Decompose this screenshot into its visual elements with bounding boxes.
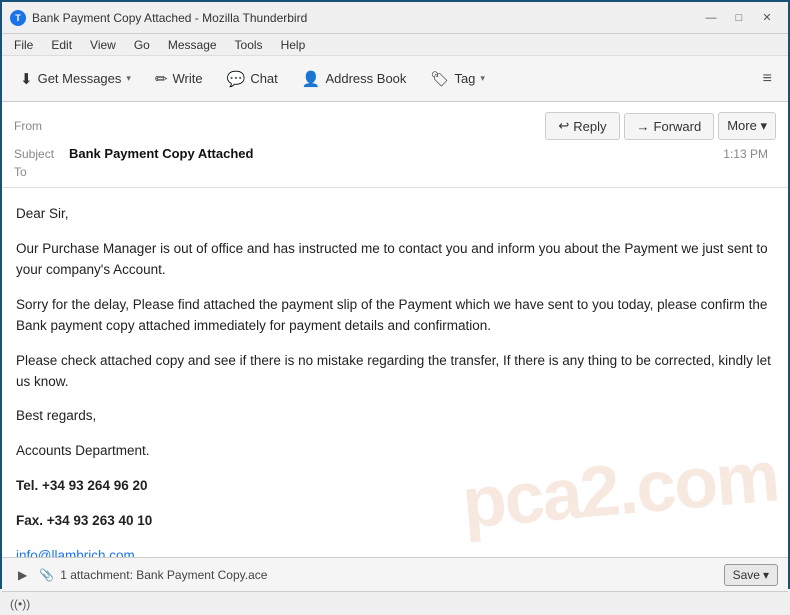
menu-help[interactable]: Help [273, 36, 314, 54]
app-icon: T [10, 10, 26, 26]
get-messages-button[interactable]: ⬇ Get Messages ▾ [10, 65, 141, 93]
chat-button[interactable]: 💬 Chat [217, 65, 288, 93]
email-link[interactable]: info@llambrich.com [16, 548, 135, 557]
hamburger-menu-button[interactable]: ≡ [755, 65, 780, 93]
tag-label: Tag [454, 71, 475, 86]
attachment-bar: ▶ 📎 1 attachment: Bank Payment Copy.ace … [2, 557, 788, 591]
forward-button[interactable]: → Forward [624, 113, 715, 140]
tag-button[interactable]: 🏷 Tag ▾ [420, 65, 495, 93]
save-label: Save [733, 568, 760, 582]
menu-tools[interactable]: Tools [227, 36, 271, 54]
email-body: Dear Sir, Our Purchase Manager is out of… [2, 188, 788, 557]
attachment-label: 1 attachment: Bank Payment Copy.ace [60, 568, 267, 582]
get-messages-label: Get Messages [38, 71, 122, 86]
tag-dropdown-icon: ▾ [480, 73, 485, 84]
menu-message[interactable]: Message [160, 36, 225, 54]
email-link-line: info@llambrich.com [16, 546, 774, 557]
chat-icon: 💬 [227, 70, 246, 88]
address-book-button[interactable]: 👤 Address Book [292, 65, 417, 93]
reply-icon: ↩ [558, 118, 569, 134]
forward-label: Forward [654, 119, 702, 134]
paragraph1: Our Purchase Manager is out of office an… [16, 239, 774, 281]
title-bar: T Bank Payment Copy Attached - Mozilla T… [2, 2, 788, 34]
chat-label: Chat [250, 71, 277, 86]
paperclip-icon: 📎 [39, 568, 54, 582]
write-icon: ✏ [155, 70, 168, 88]
fax-line: Fax. +34 93 263 40 10 [16, 511, 774, 532]
paragraph2: Sorry for the delay, Please find attache… [16, 295, 774, 337]
greeting: Dear Sir, [16, 204, 774, 225]
subject-row: Subject Bank Payment Copy Attached 1:13 … [14, 144, 776, 163]
menu-view[interactable]: View [82, 36, 124, 54]
email-header-top: From ↩ Reply → Forward More ▾ [14, 108, 776, 144]
closing: Best regards, [16, 406, 774, 427]
menu-file[interactable]: File [6, 36, 41, 54]
email-header: From ↩ Reply → Forward More ▾ [2, 102, 788, 188]
signal-icon: ((•)) [10, 597, 30, 611]
maximize-button[interactable]: □ [726, 8, 752, 28]
department: Accounts Department. [16, 441, 774, 462]
attachment-right: Save ▾ [724, 564, 778, 586]
from-row: From [14, 117, 545, 135]
reply-button[interactable]: ↩ Reply [545, 112, 619, 140]
fax-label: Fax. +34 93 263 40 10 [16, 513, 152, 528]
get-messages-icon: ⬇ [20, 70, 33, 88]
attachment-expand-button[interactable]: ▶ [12, 566, 33, 584]
tel-label: Tel. +34 93 264 96 20 [16, 478, 147, 493]
menu-go[interactable]: Go [126, 36, 158, 54]
tag-icon: 🏷 [430, 70, 449, 88]
toolbar-right: ≡ [755, 65, 780, 93]
email-actions: ↩ Reply → Forward More ▾ [545, 112, 776, 140]
window-controls: — □ ✕ [698, 8, 780, 28]
status-bar: ((•)) [2, 591, 788, 615]
save-dropdown-icon: ▾ [763, 568, 769, 582]
to-row: To [14, 163, 776, 181]
menu-edit[interactable]: Edit [43, 36, 80, 54]
close-button[interactable]: ✕ [754, 8, 780, 28]
forward-icon: → [637, 119, 650, 134]
minimize-button[interactable]: — [698, 8, 724, 28]
more-label: More [727, 118, 757, 133]
save-button[interactable]: Save ▾ [724, 564, 778, 586]
email-time: 1:13 PM [723, 147, 768, 161]
menu-bar: File Edit View Go Message Tools Help [2, 34, 788, 56]
from-label: From [14, 119, 69, 133]
attachment-left: ▶ 📎 1 attachment: Bank Payment Copy.ace [12, 566, 267, 584]
write-button[interactable]: ✏ Write [145, 65, 213, 93]
more-dropdown-icon: ▾ [760, 118, 767, 133]
address-book-label: Address Book [325, 71, 406, 86]
to-label: To [14, 165, 69, 179]
paragraph3: Please check attached copy and see if th… [16, 351, 774, 393]
address-book-icon: 👤 [302, 70, 321, 88]
write-label: Write [173, 71, 203, 86]
main-content: From ↩ Reply → Forward More ▾ [2, 102, 788, 591]
tel-line: Tel. +34 93 264 96 20 [16, 476, 774, 497]
subject-label: Subject [14, 147, 69, 161]
reply-label: Reply [573, 119, 606, 134]
more-button[interactable]: More ▾ [718, 112, 776, 140]
toolbar: ⬇ Get Messages ▾ ✏ Write 💬 Chat 👤 Addres… [2, 56, 788, 102]
subject-value: Bank Payment Copy Attached [69, 146, 253, 161]
window-title: Bank Payment Copy Attached - Mozilla Thu… [32, 11, 698, 25]
header-meta: From [14, 117, 545, 135]
get-messages-dropdown-icon: ▾ [126, 73, 131, 84]
